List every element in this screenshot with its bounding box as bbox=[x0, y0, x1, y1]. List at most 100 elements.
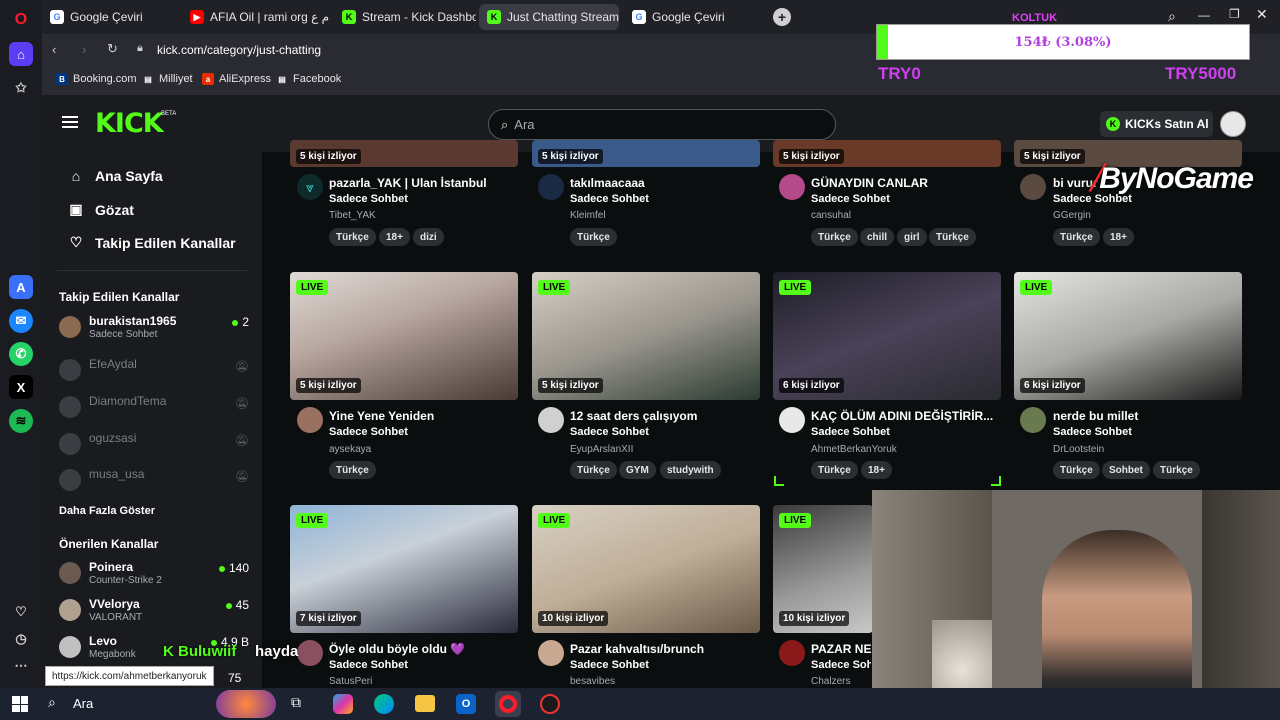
search-tabs-icon[interactable]: ⌕ bbox=[1168, 8, 1176, 25]
tab-google-translate-2[interactable]: G Google Çeviri bbox=[624, 4, 764, 30]
widgets-icon[interactable] bbox=[216, 690, 276, 718]
home-icon[interactable]: ⌂ bbox=[9, 42, 33, 66]
stream-thumbnail[interactable]: 5 kişi izliyor bbox=[773, 140, 1001, 167]
minimize-icon[interactable]: — bbox=[1198, 8, 1210, 22]
stream-thumbnail[interactable]: LIVE 6 kişi izliyor bbox=[773, 272, 1001, 400]
channel-avatar[interactable] bbox=[779, 174, 805, 200]
tag[interactable]: 18+ bbox=[1103, 228, 1134, 246]
stream-title[interactable]: nerde bu millet bbox=[1053, 409, 1238, 423]
tag[interactable]: 18+ bbox=[861, 461, 892, 479]
stream-channel[interactable]: GGergin bbox=[1053, 210, 1091, 221]
edge-icon[interactable] bbox=[374, 694, 394, 714]
stream-title[interactable]: pazarla_YAK | Ulan İstanbul bbox=[329, 176, 514, 190]
whatsapp-icon[interactable]: ✆ bbox=[9, 342, 33, 366]
search-bar[interactable]: ⌕ Ara bbox=[488, 109, 836, 140]
more-icon[interactable]: ⋯ bbox=[9, 654, 33, 678]
tab-google-translate-1[interactable]: G Google Çeviri bbox=[42, 4, 177, 30]
nav-home[interactable]: ⌂ Ana Sayfa bbox=[67, 168, 163, 184]
windows-start-icon[interactable] bbox=[12, 696, 28, 712]
tag[interactable]: Türkçe bbox=[570, 228, 617, 246]
channel-avatar[interactable] bbox=[538, 407, 564, 433]
aria-icon[interactable]: A bbox=[9, 275, 33, 299]
outlook-icon[interactable]: O bbox=[456, 694, 476, 714]
tab-just-chatting-active[interactable]: K Just Chatting Streaming - bbox=[479, 4, 619, 30]
stream-title[interactable]: Pazar kahvaltısı/brunch bbox=[570, 642, 755, 656]
channel-avatar[interactable] bbox=[297, 640, 323, 666]
stream-channel[interactable]: Kleimfel bbox=[570, 210, 606, 221]
stream-category[interactable]: Sadece Sohbet bbox=[811, 193, 890, 205]
tag[interactable]: Türkçe bbox=[329, 228, 376, 246]
tag[interactable]: Türkçe bbox=[929, 228, 976, 246]
stream-thumbnail[interactable]: LIVE 7 kişi izliyor bbox=[290, 505, 518, 633]
stream-title[interactable]: Öyle oldu böyle oldu 💜 bbox=[329, 642, 514, 656]
tag[interactable]: 18+ bbox=[379, 228, 410, 246]
tag[interactable]: GYM bbox=[619, 461, 656, 479]
channel-avatar[interactable]: ⩔ bbox=[297, 174, 323, 200]
stream-category[interactable]: Sadece Sohbet bbox=[570, 659, 649, 671]
stream-thumbnail[interactable]: LIVE 5 kişi izliyor bbox=[532, 272, 760, 400]
buy-kicks-button[interactable]: K KICKs Satın Al bbox=[1100, 111, 1213, 137]
new-tab-button[interactable]: + bbox=[773, 8, 791, 26]
tag[interactable]: Türkçe bbox=[329, 461, 376, 479]
stream-title[interactable]: Yine Yene Yeniden bbox=[329, 409, 514, 423]
stream-channel[interactable]: cansuhal bbox=[811, 210, 851, 221]
heart-icon[interactable]: ♡ bbox=[9, 600, 33, 624]
maximize-icon[interactable]: ❐ bbox=[1229, 7, 1240, 21]
user-avatar[interactable] bbox=[1220, 111, 1246, 137]
stream-title[interactable]: KAÇ ÖLÜM ADINI DEĞİŞTİRİR... bbox=[811, 409, 996, 423]
tag[interactable]: chill bbox=[860, 228, 895, 246]
tag[interactable]: studywith bbox=[660, 461, 721, 479]
reload-icon[interactable]: ↻ bbox=[107, 41, 118, 57]
opera-taskbar-button[interactable] bbox=[495, 691, 521, 717]
messenger-icon[interactable]: ✉ bbox=[9, 309, 33, 333]
channel-avatar[interactable] bbox=[1020, 174, 1046, 200]
followed-channel-oguzsasi[interactable]: oguzsasi 🔕︎ bbox=[59, 429, 249, 461]
stream-thumbnail[interactable]: LIVE 10 kişi izliyor bbox=[773, 505, 873, 633]
stream-title[interactable]: 12 saat ders çalışıyom bbox=[570, 409, 755, 423]
channel-avatar[interactable] bbox=[779, 640, 805, 666]
nav-following[interactable]: ♡ Takip Edilen Kanallar bbox=[67, 234, 236, 251]
copilot-icon[interactable] bbox=[333, 694, 353, 714]
bookmark-booking[interactable]: B Booking.com bbox=[56, 73, 137, 85]
tag[interactable]: Türkçe bbox=[1053, 228, 1100, 246]
lock-icon[interactable]: 🔒︎ bbox=[137, 42, 143, 55]
followed-channel-musa-usa[interactable]: musa_usa 🔕︎ bbox=[59, 465, 249, 497]
forward-icon[interactable]: › bbox=[82, 42, 86, 57]
tag[interactable]: Türkçe bbox=[1053, 461, 1100, 479]
obs-icon[interactable] bbox=[540, 694, 560, 714]
stream-channel[interactable]: aysekaya bbox=[329, 444, 371, 455]
stream-category[interactable]: Sadece Sohbet bbox=[570, 193, 649, 205]
tag[interactable]: Türkçe bbox=[570, 461, 617, 479]
bookmark-facebook[interactable]: ▤ Facebook bbox=[276, 73, 341, 85]
show-more-button[interactable]: Daha Fazla Göster bbox=[59, 505, 155, 517]
stream-title[interactable]: GÜNAYDIN CANLAR bbox=[811, 176, 996, 190]
followed-channel-diamondtema[interactable]: DiamondTema 🔕︎ bbox=[59, 392, 249, 424]
tag[interactable]: Türkçe bbox=[811, 461, 858, 479]
stream-thumbnail[interactable]: 5 kişi izliyor bbox=[290, 140, 518, 167]
channel-avatar[interactable] bbox=[1020, 407, 1046, 433]
task-view-icon[interactable]: ⧉ bbox=[291, 694, 301, 711]
speed-dial-icon[interactable]: ✩ bbox=[9, 76, 33, 100]
followed-channel-burakistan1965[interactable]: burakistan1965 Sadece Sohbet 2 bbox=[59, 312, 249, 344]
stream-channel[interactable]: AhmetBerkanYoruk bbox=[811, 444, 897, 455]
bookmark-milliyet[interactable]: ▤ Milliyet bbox=[142, 73, 192, 85]
stream-channel[interactable]: Tibet_YAK bbox=[329, 210, 376, 221]
stream-category[interactable]: Sadece Sohbet bbox=[811, 426, 890, 438]
kick-logo[interactable]: KICK bbox=[95, 108, 164, 139]
stream-category[interactable]: Sadece Sohbet bbox=[1053, 426, 1132, 438]
hamburger-menu-icon[interactable] bbox=[62, 116, 78, 128]
nav-browse[interactable]: ▣ Gözat bbox=[67, 201, 134, 218]
stream-category[interactable]: Sadece Soh bbox=[811, 659, 871, 671]
stream-thumbnail[interactable]: LIVE 6 kişi izliyor bbox=[1014, 272, 1242, 400]
history-icon[interactable]: ◷ bbox=[9, 627, 33, 651]
stream-channel[interactable]: SatusPeri bbox=[329, 676, 372, 687]
spotify-icon[interactable]: ≋ bbox=[9, 409, 33, 433]
channel-avatar[interactable] bbox=[297, 407, 323, 433]
tag[interactable]: Türkçe bbox=[811, 228, 858, 246]
stream-thumbnail[interactable]: 5 kişi izliyor bbox=[532, 140, 760, 167]
stream-thumbnail[interactable]: LIVE 5 kişi izliyor bbox=[290, 272, 518, 400]
taskbar-search[interactable]: Ara bbox=[73, 696, 93, 711]
x-twitter-icon[interactable]: X bbox=[9, 375, 33, 399]
stream-category[interactable]: Sadece Sohbet bbox=[329, 659, 408, 671]
recommended-channel-vvelorya[interactable]: VVelorya VALORANT 45 bbox=[59, 595, 249, 627]
